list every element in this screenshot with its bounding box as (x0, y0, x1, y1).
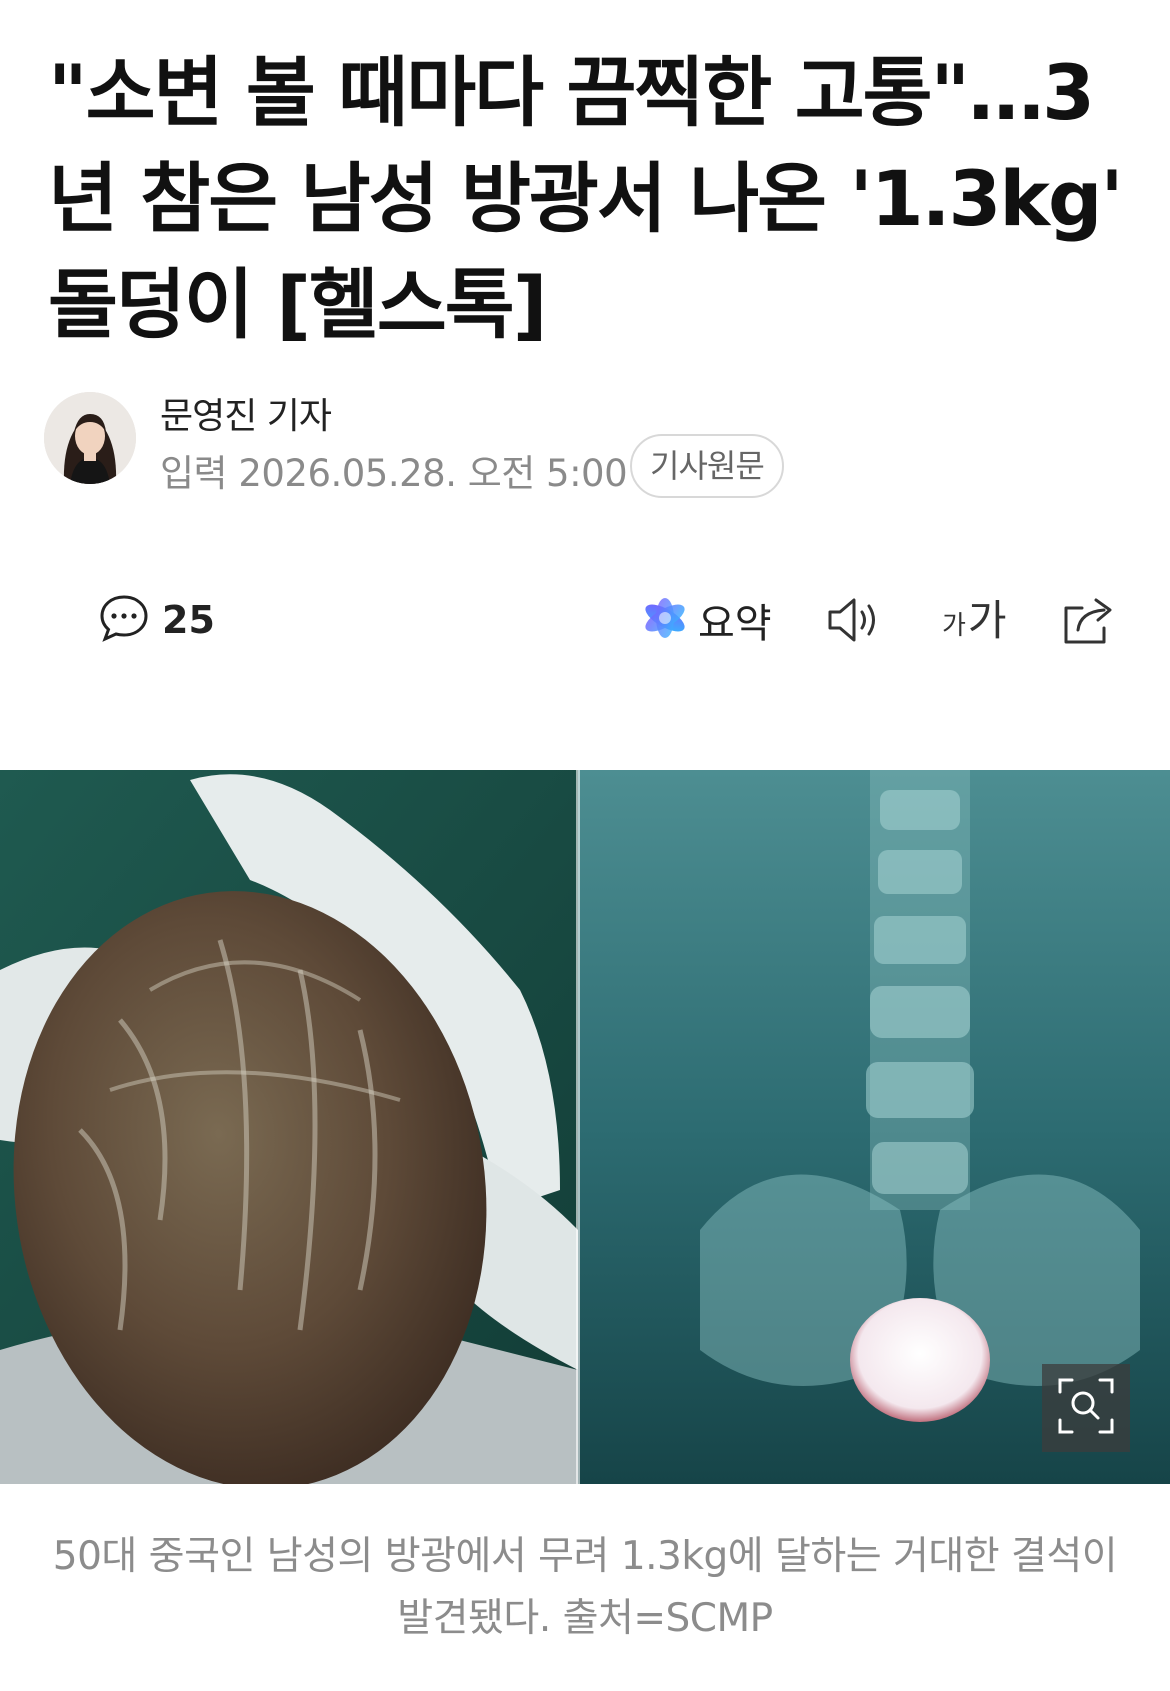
summary-button[interactable]: 요약 (640, 592, 772, 648)
font-size-button[interactable]: 가 가 (942, 584, 1007, 648)
article-photo (0, 770, 1170, 1484)
original-article-button[interactable]: 기사원문 (630, 434, 784, 498)
article-image[interactable] (0, 770, 1170, 1484)
reporter-avatar[interactable] (44, 392, 136, 484)
zoom-icon (1056, 1376, 1116, 1440)
zoom-button[interactable] (1042, 1364, 1130, 1452)
share-icon (1060, 598, 1116, 650)
font-large-glyph: 가 (967, 596, 1007, 645)
font-small-glyph: 가 (942, 611, 966, 641)
font-size-icon: 가 가 (942, 587, 1007, 648)
image-caption: 50대 중국인 남성의 방광에서 무려 1.3kg에 달하는 거대한 결석이 발… (52, 1534, 1118, 1641)
comment-count: 25 (162, 598, 215, 642)
speaker-icon (826, 598, 884, 650)
article-title: "소변 볼 때마다 끔찍한 고통"…3년 참은 남성 방광서 나온 '1.3kg… (48, 48, 1124, 349)
summary-label: 요약 (698, 601, 772, 647)
text-to-speech-button[interactable] (826, 594, 884, 650)
share-button[interactable] (1060, 594, 1116, 650)
comment-icon (98, 592, 150, 648)
reporter-name[interactable]: 문영진 기자 (160, 387, 332, 439)
comment-button[interactable]: 25 (98, 592, 215, 648)
article-toolbar: 25 요약 가 가 (0, 580, 1170, 660)
published-datetime: 입력 2026.05.28. 오전 5:00 (160, 452, 628, 495)
ai-summary-icon (640, 593, 690, 647)
